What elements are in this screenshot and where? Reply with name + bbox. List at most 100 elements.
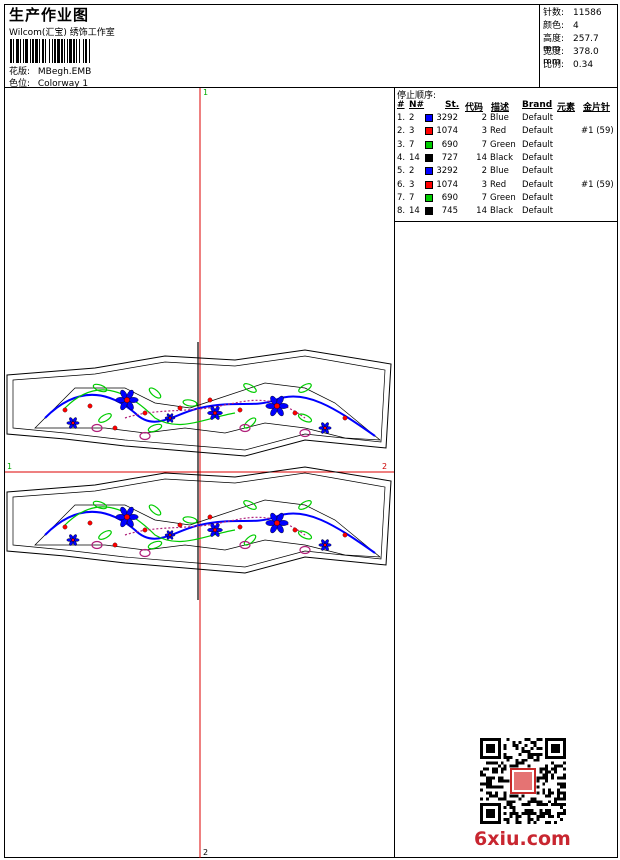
- watermark-text: 6xiu: [474, 828, 520, 850]
- row-index: 2.: [397, 126, 406, 137]
- qr-code: [480, 738, 566, 824]
- row-needle: 14: [409, 206, 420, 217]
- company-name: Wilcom(汇宝) 绣饰工作室: [9, 28, 115, 38]
- row-brand: Default: [522, 206, 554, 217]
- row-desc: Blue: [490, 166, 509, 177]
- stop-row: 8. 14 745 14 Black Default: [395, 206, 619, 219]
- col-header-code: 代码: [465, 103, 484, 113]
- stop-row: 6. 3 1074 3 Red Default #1 (59): [395, 180, 619, 193]
- row-needle: 7: [409, 192, 415, 203]
- crosshair-label-top: 1: [203, 88, 209, 97]
- col-header-n: N#: [409, 100, 425, 110]
- stat-label: 高度:: [543, 34, 565, 44]
- stat-value: 11586: [573, 8, 602, 18]
- color-swatch: [425, 140, 433, 149]
- row-index: 6.: [397, 179, 406, 190]
- watermark-suffix: .com: [519, 828, 571, 850]
- row-stitches: 690: [441, 139, 458, 150]
- col-header-sequin: 金片针: [583, 103, 611, 113]
- barcode: [10, 39, 90, 63]
- row-sequin: #1 (59): [581, 179, 614, 190]
- row-sequin: #1 (59): [581, 126, 614, 137]
- crosshair-label-bottom: 2: [203, 848, 209, 857]
- row-brand: Default: [522, 126, 554, 137]
- row-index: 4.: [397, 152, 406, 163]
- stop-row: 3. 7 690 7 Green Default: [395, 140, 619, 153]
- embroidery-panel-top: [6, 349, 392, 457]
- stat-stitches: 针数: 11586: [543, 5, 602, 18]
- row-code: 2: [481, 113, 487, 123]
- col-header-st: St.: [445, 100, 460, 110]
- row-index: 8.: [397, 206, 406, 217]
- row-desc: Red: [490, 179, 507, 190]
- stat-colors: 颜色: 4: [543, 18, 579, 31]
- row-index: 7.: [397, 192, 406, 203]
- row-index: 3.: [397, 139, 406, 150]
- header-panel: 生产作业图 Wilcom(汇宝) 绣饰工作室 花版: MBegh.EMB 色位:…: [4, 4, 540, 89]
- row-code: 14: [476, 206, 487, 217]
- row-brand: Default: [522, 139, 554, 150]
- row-stitches: 690: [441, 192, 458, 203]
- row-brand: Default: [522, 113, 554, 123]
- row-desc: Red: [490, 126, 507, 137]
- row-desc: Black: [490, 152, 513, 163]
- color-swatch: [425, 193, 433, 202]
- row-stitches: 3292: [436, 113, 458, 123]
- row-index: 1.: [397, 113, 406, 123]
- crosshair-label-left: 1: [7, 462, 13, 471]
- stop-row: 2. 3 1074 3 Red Default #1 (59): [395, 126, 619, 139]
- color-swatch: [425, 207, 433, 216]
- row-code: 14: [476, 152, 487, 163]
- row-stitches: 1074: [436, 179, 458, 190]
- row-needle: 7: [409, 139, 415, 150]
- row-desc: Blue: [490, 113, 509, 123]
- row-brand: Default: [522, 192, 554, 203]
- stop-row: 5. 2 3292 2 Blue Default: [395, 166, 619, 179]
- stat-scale: 比例: 0.34: [543, 57, 593, 70]
- row-stitches: 1074: [436, 126, 458, 137]
- stop-sequence-panel: 停止顺序: # N# St. 代码 描述 Brand 元素 金片针 1. 2 329…: [394, 88, 618, 222]
- color-swatch: [425, 167, 433, 176]
- row-desc: Green: [490, 139, 516, 150]
- stat-label: 宽度:: [543, 47, 565, 57]
- row-code: 2: [481, 166, 487, 177]
- stat-label: 针数:: [543, 8, 565, 18]
- stop-row: 4. 14 727 14 Black Default: [395, 153, 619, 166]
- row-needle: 2: [409, 166, 415, 177]
- row-stitches: 3292: [436, 166, 458, 177]
- col-header-brand: Brand: [522, 100, 553, 110]
- row-brand: Default: [522, 166, 554, 177]
- stats-panel: 针数: 11586 颜色: 4 高度: 257.7 mm 宽度: 378.0 mm 比例…: [540, 4, 618, 88]
- row-code: 3: [481, 179, 487, 190]
- stat-label: 颜色:: [543, 21, 565, 31]
- design-area: 1 2 1 2: [5, 88, 394, 858]
- color-swatch: [425, 114, 433, 122]
- color-swatch: [425, 153, 433, 162]
- row-code: 3: [481, 126, 487, 137]
- col-header-element: 元素: [557, 103, 576, 113]
- row-desc: Black: [490, 206, 513, 217]
- watermark: 6xiu.com: [474, 828, 571, 850]
- color-swatch: [425, 127, 433, 136]
- col-header-idx: #: [397, 100, 405, 110]
- stat-value: 4: [573, 21, 579, 31]
- stop-row: 1. 2 3292 2 Blue Default: [395, 113, 619, 126]
- row-needle: 2: [409, 113, 415, 123]
- embroidery-preview: [5, 88, 394, 858]
- row-code: 7: [481, 192, 487, 203]
- color-swatch: [425, 180, 433, 189]
- row-code: 7: [481, 139, 487, 150]
- row-stitches: 745: [441, 206, 458, 217]
- row-needle: 3: [409, 179, 415, 190]
- stat-label: 比例:: [543, 60, 565, 70]
- row-needle: 14: [409, 152, 420, 163]
- stop-row: 7. 7 690 7 Green Default: [395, 193, 619, 206]
- row-needle: 3: [409, 126, 415, 137]
- row-brand: Default: [522, 152, 554, 163]
- stat-value: 0.34: [573, 60, 594, 70]
- row-desc: Green: [490, 192, 516, 203]
- col-header-desc: 描述: [491, 103, 510, 113]
- page-title: 生产作业图: [9, 6, 90, 24]
- row-brand: Default: [522, 179, 554, 190]
- crosshair-label-right: 2: [382, 462, 388, 471]
